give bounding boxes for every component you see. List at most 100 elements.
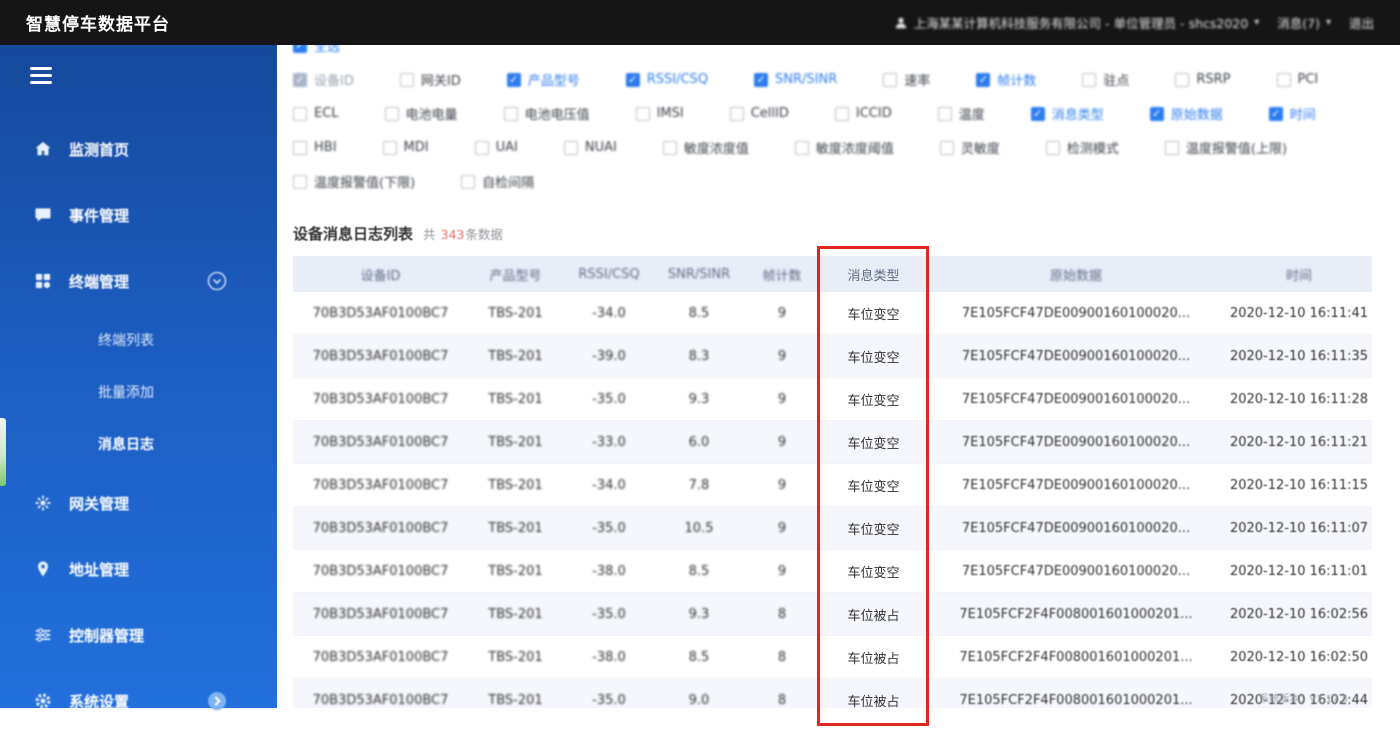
table-cell: 70B3D53AF0100BC7 — [312, 391, 449, 407]
checkbox-label: 敏度浓度阈值 — [815, 142, 894, 157]
table-cell: -34.0 — [592, 305, 626, 321]
checkbox-icon: ✓ — [1149, 106, 1164, 121]
filter-checkbox[interactable]: ✓ SNR/SINR — [754, 72, 837, 87]
table-cell: 7E105FCF2F4F008001601000201... — [959, 606, 1193, 622]
filter-checkbox[interactable]: ✓ 原始数据 — [1149, 104, 1223, 123]
table-cell: 8 — [777, 649, 787, 665]
topbar-right: 上海某某计算机科技服务有限公司 - 单位管理员 - shcs2020 ▾ 消息(… — [894, 13, 1374, 32]
checkbox-icon: ✓ — [293, 72, 307, 87]
count-suffix: 条数据 — [465, 227, 503, 242]
filter-checkbox[interactable]: 温度报警值(上限) — [1164, 138, 1287, 157]
filter-checkbox[interactable]: PCI — [1276, 72, 1318, 87]
filter-checkbox[interactable]: MDI — [382, 140, 429, 155]
table-cell: 7E105FCF47DE00900160100020... — [961, 477, 1191, 493]
filter-checkbox[interactable]: 电池电量 — [384, 104, 458, 123]
table-cell: 8 — [777, 606, 787, 622]
filter-checkbox[interactable]: 检测模式 — [1045, 138, 1119, 157]
sidebar-subitem-terminal-list[interactable]: 终端列表 — [0, 314, 277, 366]
table-cell: 8.5 — [688, 305, 710, 321]
checkbox-icon: ✓ — [1030, 106, 1045, 121]
table-cell: -35.0 — [592, 606, 626, 622]
checkbox-icon — [729, 106, 744, 121]
edge-drawer-handle[interactable] — [0, 418, 6, 486]
filter-checkbox[interactable]: ✓ 帧计数 — [976, 70, 1036, 89]
filter-checkbox[interactable]: ✓ 产品型号 — [506, 70, 580, 89]
count-prefix: 共 — [423, 227, 436, 242]
checkbox-label: NUAI — [584, 140, 617, 155]
menu-toggle-icon[interactable] — [30, 67, 52, 84]
checkbox-icon — [503, 106, 518, 121]
checkbox-icon — [474, 140, 489, 155]
sidebar-item-system-settings[interactable]: 系统设置 — [0, 668, 277, 734]
checkbox-label: 速率 — [904, 74, 931, 89]
sidebar-item-gateway-management[interactable]: 网关管理 — [0, 470, 277, 536]
table-cell: 车位被占 — [847, 651, 900, 667]
sidebar-item-label: 事件管理 — [69, 206, 130, 225]
logout-button[interactable]: 退出 — [1349, 13, 1374, 32]
filter-checkbox[interactable]: UAI — [474, 140, 518, 155]
filter-checkbox[interactable]: 速率 — [883, 70, 930, 89]
checkbox-label: 帧计数 — [997, 74, 1037, 89]
checkbox-label: 温度报警值(下限) — [314, 176, 416, 191]
filter-checkbox[interactable]: 灵敏度 — [939, 138, 1000, 157]
table-cell: 7.8 — [688, 477, 710, 493]
sidebar-subitem-batch-add[interactable]: 批量添加 — [0, 366, 277, 418]
table-header-row: 设备ID 产品型号 RSSI/CSQ SNR/SINR 帧计数 消息类型 原始数据 时间 — [293, 256, 1372, 292]
sidebar-item-terminal-management[interactable]: 终端管理 — [0, 248, 277, 314]
sidebar-subitem-message-log[interactable]: 消息日志 — [0, 418, 277, 470]
sidebar-subitem-label: 消息日志 — [98, 437, 154, 453]
version-text: 系统版本：V1.17.5 — [1259, 694, 1348, 705]
filter-checkbox[interactable]: ✓ 设备ID — [293, 70, 354, 89]
sidebar-subitem-label: 批量添加 — [98, 385, 154, 401]
filter-checkbox[interactable]: 敏度浓度阈值 — [794, 138, 894, 157]
table-cell: 2020-12-10 16:11:35 — [1229, 348, 1369, 364]
sidebar-item-address-management[interactable]: 地址管理 — [0, 536, 277, 602]
checkbox-label: 设备ID — [314, 74, 354, 89]
table-cell: 车位被占 — [847, 694, 900, 709]
filter-checkbox[interactable]: ✓ RSSI/CSQ — [625, 72, 708, 87]
table-cell: 7E105FCF47DE00900160100020... — [961, 305, 1191, 321]
sidebar-item-controller-management[interactable]: 控制器管理 — [0, 602, 277, 668]
filter-checkbox[interactable]: IMSI — [635, 106, 684, 121]
table-cell: 9 — [777, 305, 787, 321]
filter-checkbox[interactable]: 驻点 — [1082, 70, 1129, 89]
checkbox-icon — [635, 106, 650, 121]
table-cell: 9 — [777, 434, 787, 450]
filter-checkbox[interactable]: 敏度浓度值 — [662, 138, 749, 157]
table-cell: 10.5 — [684, 520, 714, 536]
filter-checkbox[interactable]: HBI — [293, 140, 337, 155]
sidebar-item-event-management[interactable]: 事件管理 — [0, 182, 277, 248]
table-cell: 70B3D53AF0100BC7 — [312, 348, 449, 364]
table-row: 70B3D53AF0100BC7 TBS-201 -35.0 9.0 8 车位被占 7E10… — [293, 679, 1372, 708]
filter-checkbox[interactable]: CellID — [729, 106, 789, 121]
filter-checkbox[interactable]: 温度报警值(下限) — [293, 172, 415, 191]
filter-checkbox[interactable]: ✓ 消息类型 — [1030, 104, 1104, 123]
table-cell: 9 — [777, 520, 787, 536]
messages-dropdown[interactable]: 消息(7) ▾ — [1277, 13, 1331, 32]
sidebar-item-label: 网关管理 — [69, 494, 130, 513]
hub-icon — [32, 492, 54, 514]
filter-checkbox[interactable]: RSRP — [1175, 72, 1231, 87]
checkbox-icon: ✓ — [293, 45, 307, 53]
filter-checkbox[interactable]: 网关ID — [399, 70, 461, 89]
filter-checkbox[interactable]: ECL — [293, 106, 339, 121]
table-cell: 8.3 — [688, 348, 710, 364]
sidebar-menu: 监测首页 事件管理 终端管理 终端列表 批量添加 消息日志 网关管理 地址管理 … — [0, 94, 277, 734]
filter-checkbox[interactable]: ICCID — [834, 106, 892, 121]
filter-checkbox[interactable]: ✓ 时间 — [1268, 104, 1316, 123]
checkbox-icon — [794, 140, 809, 155]
table-cell: TBS-201 — [488, 520, 543, 536]
filter-checkbox[interactable]: 电池电压值 — [503, 104, 590, 123]
column-header: SNR/SINR — [667, 266, 731, 282]
filter-select-all[interactable]: ✓ 全选 — [293, 45, 340, 55]
filter-checkbox[interactable]: 温度 — [937, 104, 985, 123]
sidebar-item-monitor-home[interactable]: 监测首页 — [0, 116, 277, 182]
table-cell: 9 — [777, 348, 787, 364]
filter-checkbox[interactable]: NUAI — [563, 140, 617, 155]
checkbox-label: 全选 — [314, 45, 341, 55]
sidebar-item-label: 监测首页 — [69, 140, 130, 159]
filter-checkbox[interactable]: 自检间隔 — [461, 172, 534, 191]
account-dropdown[interactable]: 上海某某计算机科技服务有限公司 - 单位管理员 - shcs2020 ▾ — [894, 13, 1259, 32]
table-cell: 7E105FCF2F4F008001601000201... — [959, 692, 1193, 708]
table-cell: 70B3D53AF0100BC7 — [312, 563, 449, 579]
